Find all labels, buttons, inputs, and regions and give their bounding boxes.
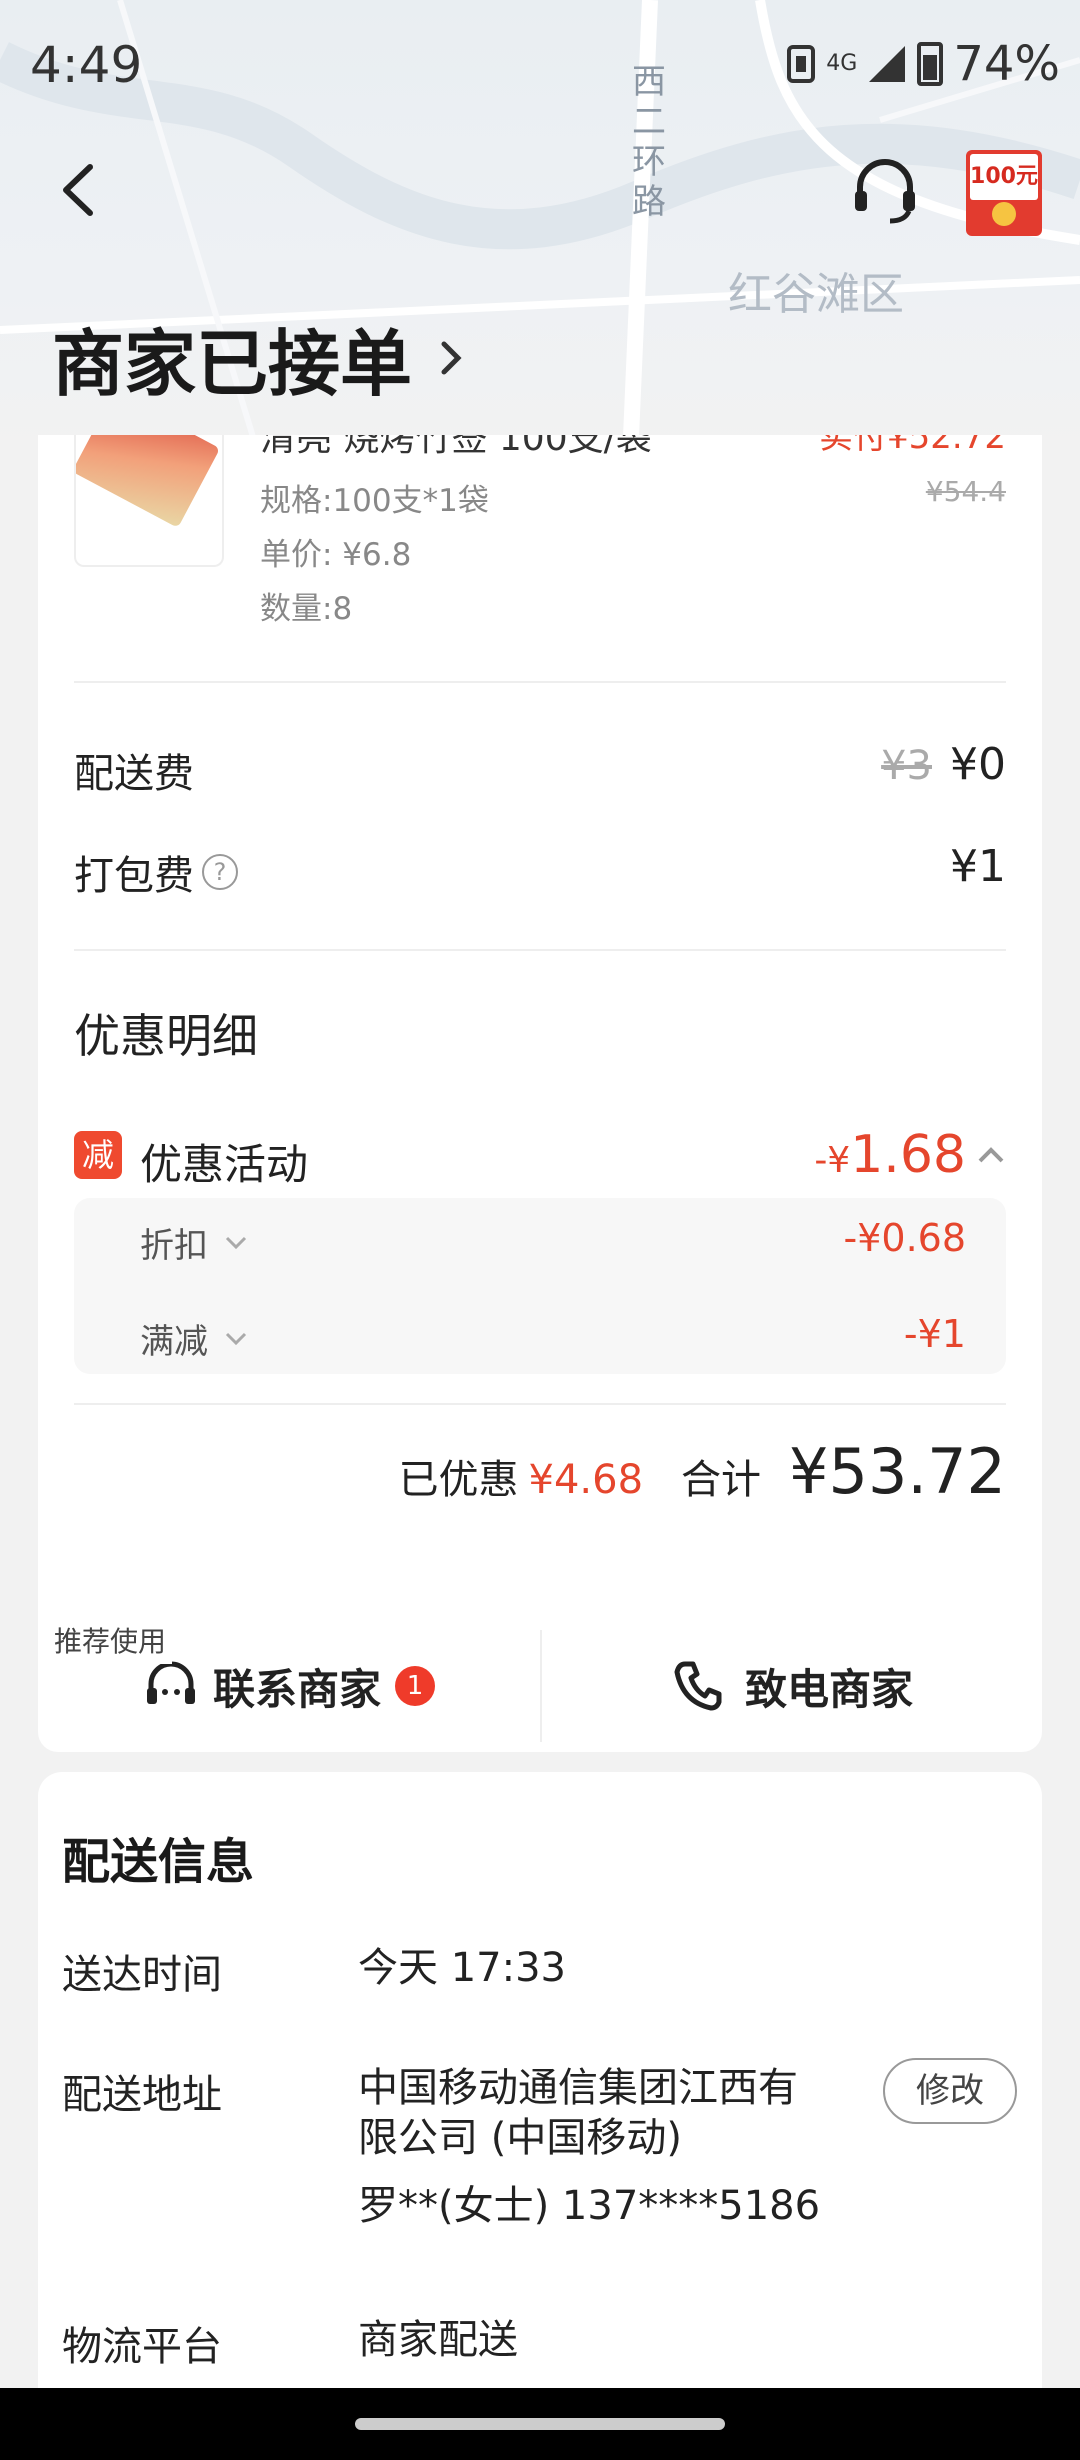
order-total-row: 已优惠 ¥4.68 合计 ¥53.72 bbox=[399, 1435, 1006, 1508]
discount-item-row[interactable]: 折扣 -¥0.68 bbox=[74, 1208, 1006, 1268]
discount-section-title: 优惠明细 bbox=[74, 1009, 258, 1063]
status-bar: 4:49 4G 74% bbox=[0, 0, 1080, 130]
discount-item-label: 满减 bbox=[140, 1322, 208, 1362]
red-packet-button[interactable]: 100元 bbox=[966, 150, 1042, 236]
saved-value: ¥4.68 bbox=[528, 1457, 644, 1503]
product-image[interactable] bbox=[74, 435, 224, 567]
system-nav-bar bbox=[0, 2388, 1080, 2460]
red-packet-label: 100元 bbox=[970, 154, 1038, 200]
logistics-platform-label: 物流平台 bbox=[62, 2324, 222, 2370]
top-nav: 100元 bbox=[0, 130, 1080, 250]
phone-icon bbox=[674, 1661, 722, 1711]
delivery-info-card: 配送信息 送达时间 今天 17:33 配送地址 中国移动通信集团江西有 限公司 … bbox=[38, 1772, 1042, 2460]
promo-activity-row[interactable]: 减 优惠活动 -¥1.68 bbox=[74, 1125, 1006, 1195]
delivery-time-label: 送达时间 bbox=[62, 1952, 222, 1998]
delivery-time-value: 今天 17:33 bbox=[358, 1945, 566, 1991]
status-icons: 4G 74% bbox=[786, 36, 1060, 92]
call-merchant-button[interactable]: 致电商家 bbox=[542, 1620, 1042, 1752]
discount-item-label-group: 满减 bbox=[140, 1314, 248, 1363]
total-value: ¥53.72 bbox=[789, 1435, 1006, 1508]
promo-activity-value-group: -¥1.68 bbox=[814, 1125, 1006, 1185]
divider bbox=[74, 949, 1006, 951]
discount-item-label-group: 折扣 bbox=[140, 1218, 248, 1267]
coin-icon bbox=[992, 202, 1016, 226]
map-district-label: 红谷滩区 bbox=[728, 269, 904, 320]
call-merchant-label: 致电商家 bbox=[744, 1664, 913, 1714]
recipient-contact: 罗**(女士) 137****5186 bbox=[358, 2183, 821, 2229]
discount-item-value: -¥0.68 bbox=[843, 1216, 967, 1260]
promo-activity-label: 优惠活动 bbox=[140, 1140, 309, 1189]
product-unit-price: 单价: ¥6.8 bbox=[260, 537, 412, 573]
signal-icon bbox=[869, 46, 906, 82]
saved-label: 已优惠 bbox=[398, 1457, 519, 1503]
battery-level: 74% bbox=[953, 36, 1060, 92]
packing-fee-value: ¥1 bbox=[950, 841, 1006, 892]
packing-fee-label: 打包费 bbox=[74, 853, 194, 899]
headset-icon[interactable] bbox=[850, 155, 920, 225]
delivery-fee-value-group: ¥3 ¥0 bbox=[881, 739, 1006, 790]
delivery-fee-row: 配送费 ¥3 ¥0 bbox=[74, 735, 1006, 797]
delivery-address-label: 配送地址 bbox=[62, 2072, 222, 2118]
delivery-fee-label: 配送费 bbox=[74, 751, 194, 797]
discount-item-row[interactable]: 满减 -¥1 bbox=[74, 1304, 1006, 1364]
promo-yen: -¥ bbox=[814, 1140, 851, 1181]
delivery-info-title: 配送信息 bbox=[62, 1834, 255, 1890]
chat-merchant-label: 联系商家 bbox=[212, 1664, 381, 1714]
product-original-price: ¥54.4 bbox=[925, 475, 1006, 508]
product-quantity: 数量:8 bbox=[260, 591, 353, 627]
recommend-tag: 推荐使用 bbox=[48, 1620, 173, 1664]
packing-fee-row: 打包费 ? ¥1 bbox=[74, 837, 1006, 899]
nfc-icon bbox=[787, 45, 816, 83]
logistics-platform-value: 商家配送 bbox=[358, 2317, 518, 2363]
product-paid-price: 实付¥52.72 bbox=[819, 435, 1006, 457]
product-spec: 规格:100支*1袋 bbox=[260, 483, 489, 519]
chat-support-icon bbox=[146, 1661, 195, 1704]
order-detail-card: 清亮 烧烤竹签 100支/袋 实付¥52.72 ¥54.4 规格:100支*1袋… bbox=[38, 435, 1042, 1620]
divider bbox=[74, 1403, 1006, 1405]
discount-breakdown: 折扣 -¥0.68 满减 -¥1 bbox=[74, 1198, 1006, 1374]
page-title: 商家已接单 bbox=[52, 322, 413, 406]
delivery-address-line2: 限公司 (中国移动) bbox=[358, 2115, 682, 2161]
packing-fee-label-group: 打包费 ? bbox=[74, 843, 238, 901]
battery-icon bbox=[917, 42, 944, 86]
unread-badge: 1 bbox=[395, 1666, 435, 1706]
chevron-down-icon bbox=[225, 1236, 247, 1249]
help-icon[interactable]: ? bbox=[202, 854, 238, 890]
discount-item-value: -¥1 bbox=[903, 1312, 966, 1356]
home-indicator[interactable] bbox=[355, 2418, 725, 2430]
chevron-down-icon bbox=[225, 1332, 247, 1345]
discount-tag-icon: 减 bbox=[74, 1131, 122, 1179]
total-label: 合计 bbox=[681, 1457, 762, 1503]
product-name: 清亮 烧烤竹签 100支/袋 bbox=[260, 435, 652, 459]
order-status-title[interactable]: 商家已接单 bbox=[52, 305, 466, 410]
contact-bar: 联系商家 1 推荐使用 致电商家 bbox=[38, 1620, 1042, 1752]
status-time: 4:49 bbox=[30, 36, 143, 94]
promo-activity-value: 1.68 bbox=[850, 1125, 966, 1185]
chevron-right-icon bbox=[441, 341, 462, 374]
delivery-fee-value: ¥0 bbox=[950, 739, 1006, 790]
discount-item-label: 折扣 bbox=[140, 1226, 208, 1266]
network-type: 4G bbox=[826, 51, 858, 76]
edit-address-button[interactable]: 修改 bbox=[883, 2058, 1017, 2124]
chevron-up-icon bbox=[978, 1147, 1004, 1163]
delivery-address-line1: 中国移动通信集团江西有 bbox=[358, 2065, 798, 2111]
divider bbox=[74, 681, 1006, 683]
delivery-fee-original: ¥3 bbox=[881, 743, 932, 789]
back-icon[interactable] bbox=[50, 155, 110, 225]
